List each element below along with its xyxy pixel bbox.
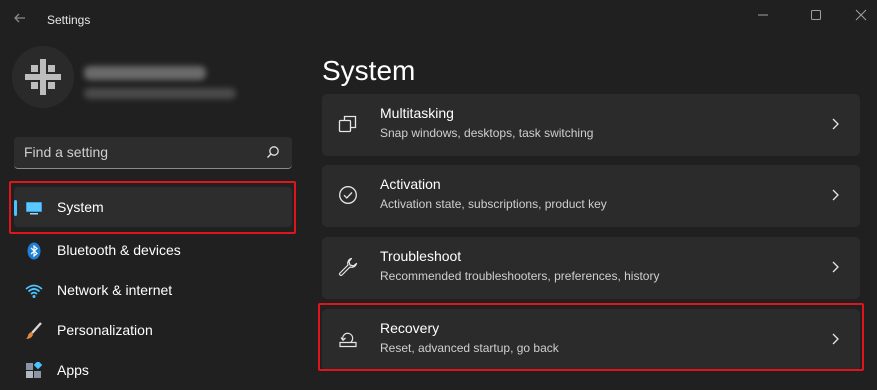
card-description: Snap windows, desktops, task switching: [380, 126, 594, 140]
maximize-button[interactable]: [793, 0, 839, 30]
user-name-blurred: [84, 66, 206, 80]
card-description: Recommended troubleshooters, preferences…: [380, 269, 660, 283]
avatar[interactable]: [12, 46, 74, 108]
user-email-blurred: [84, 88, 236, 99]
wrench-icon: [339, 257, 358, 276]
chevron-right-icon: [832, 261, 839, 273]
app-title: Settings: [47, 13, 91, 27]
card-description: Activation state, subscriptions, product…: [380, 197, 607, 211]
activation-check-icon: [339, 186, 357, 204]
card-title: Troubleshoot: [380, 248, 462, 264]
sidebar-item-apps[interactable]: Apps: [14, 350, 292, 390]
page-title: System: [322, 55, 416, 86]
minimize-icon: [758, 14, 768, 16]
sidebar-item-label: Apps: [57, 362, 89, 378]
sidebar-item-personalization[interactable]: Personalization: [14, 310, 292, 350]
sidebar-item-label: Bluetooth & devices: [57, 242, 181, 258]
card-title: Multitasking: [380, 105, 454, 121]
back-button[interactable]: [12, 10, 30, 30]
sidebar-item-label: Personalization: [57, 322, 153, 338]
user-avatar-icon: [12, 46, 74, 108]
search-input[interactable]: [24, 137, 254, 167]
close-icon: [855, 9, 867, 21]
title-bar: Settings: [0, 0, 877, 40]
settings-card-activation[interactable]: Activation Activation state, subscriptio…: [322, 165, 860, 227]
chevron-right-icon: [832, 189, 839, 201]
apps-icon: [26, 362, 43, 378]
maximize-icon: [811, 10, 821, 20]
close-button[interactable]: [838, 0, 877, 30]
chevron-right-icon: [832, 118, 839, 130]
sidebar-item-bluetooth[interactable]: Bluetooth & devices: [14, 230, 292, 270]
highlight-box-system: [9, 181, 296, 234]
highlight-box-recovery: [318, 303, 864, 371]
search-icon[interactable]: [266, 145, 280, 159]
sidebar-item-label: Network & internet: [57, 282, 173, 298]
card-title: Activation: [380, 176, 441, 192]
wifi-icon: [25, 284, 43, 298]
back-arrow-icon: [14, 13, 25, 23]
multitasking-icon: [338, 115, 357, 133]
brush-icon: [26, 322, 42, 339]
minimize-button[interactable]: [740, 0, 786, 30]
bluetooth-icon: [27, 242, 41, 260]
sidebar-item-network[interactable]: Network & internet: [14, 270, 292, 310]
settings-card-multitasking[interactable]: Multitasking Snap windows, desktops, tas…: [322, 94, 860, 156]
search-box[interactable]: [14, 137, 292, 169]
settings-card-troubleshoot[interactable]: Troubleshoot Recommended troubleshooters…: [322, 237, 860, 299]
